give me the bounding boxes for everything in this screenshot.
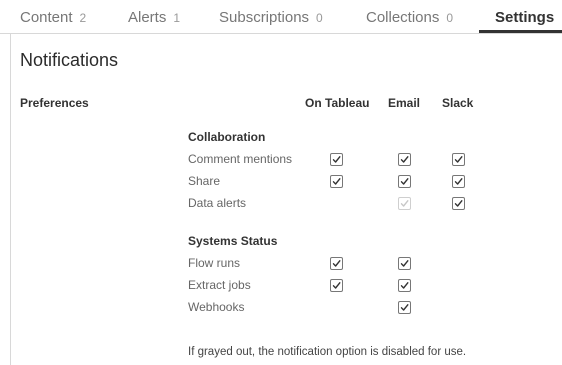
checkbox-slack[interactable] — [452, 197, 465, 210]
tab-alerts-label: Alerts — [128, 9, 167, 26]
checkbox-email[interactable] — [398, 301, 411, 314]
checkbox-email[interactable] — [398, 153, 411, 166]
checkmark-icon — [332, 156, 341, 163]
checkmark-icon — [454, 200, 463, 207]
row-label: Data alerts — [188, 196, 247, 210]
page-title: Notifications — [20, 50, 119, 70]
checkmark-icon — [454, 156, 463, 163]
checkbox-email[interactable] — [398, 279, 411, 292]
row-label: Extract jobs — [188, 278, 251, 292]
column-header-on-tableau: On Tableau — [305, 96, 370, 110]
column-header-email: Email — [388, 96, 421, 110]
row-label: Share — [188, 174, 221, 188]
checkmark-icon — [332, 260, 341, 267]
checkbox-slack[interactable] — [452, 153, 465, 166]
column-header-slack: Slack — [442, 96, 474, 110]
tab-subscriptions[interactable]: Subscriptions 0 — [219, 9, 323, 26]
checkmark-icon — [400, 282, 409, 289]
checkbox-on-tableau[interactable] — [330, 257, 343, 270]
content-left-border — [10, 34, 11, 365]
group-title: Systems Status — [188, 234, 278, 248]
checkmark-icon — [400, 200, 409, 207]
checkmark-icon — [454, 178, 463, 185]
section-label-preferences: Preferences — [20, 96, 89, 110]
checkmark-icon — [332, 178, 341, 185]
tab-alerts[interactable]: Alerts 1 — [128, 9, 180, 26]
checkmark-icon — [400, 304, 409, 311]
checkmark-icon — [400, 156, 409, 163]
row-label: Flow runs — [188, 256, 241, 270]
row-label: Comment mentions — [188, 152, 293, 166]
tab-content-count: 2 — [79, 11, 87, 25]
tab-subscriptions-label: Subscriptions — [219, 9, 310, 26]
checkbox-email[interactable] — [398, 257, 411, 270]
tab-alerts-count: 1 — [173, 11, 181, 25]
tab-content-label: Content — [20, 9, 73, 26]
checkbox-email — [398, 197, 411, 210]
checkmark-icon — [400, 178, 409, 185]
tab-bar: Content 2 Alerts 1 Subscriptions 0 Collecti… — [0, 0, 562, 34]
checkbox-slack[interactable] — [452, 175, 465, 188]
checkmark-icon — [400, 260, 409, 267]
tab-collections-count: 0 — [446, 11, 454, 25]
tab-settings-label: Settings — [495, 9, 555, 26]
tab-subscriptions-count: 0 — [316, 11, 323, 25]
disabled-option-footnote: If grayed out, the notification option i… — [188, 346, 467, 358]
checkbox-on-tableau[interactable] — [330, 175, 343, 188]
tab-collections[interactable]: Collections 0 — [366, 9, 453, 26]
checkbox-on-tableau[interactable] — [330, 279, 343, 292]
tab-collections-label: Collections — [366, 9, 440, 26]
row-label: Webhooks — [188, 300, 245, 314]
tab-content[interactable]: Content 2 — [20, 9, 86, 26]
active-tab-indicator — [479, 30, 562, 33]
tab-settings[interactable]: Settings — [495, 9, 554, 26]
checkmark-icon — [332, 282, 341, 289]
checkbox-email[interactable] — [398, 175, 411, 188]
checkbox-on-tableau[interactable] — [330, 153, 343, 166]
group-title: Collaboration — [188, 130, 266, 144]
